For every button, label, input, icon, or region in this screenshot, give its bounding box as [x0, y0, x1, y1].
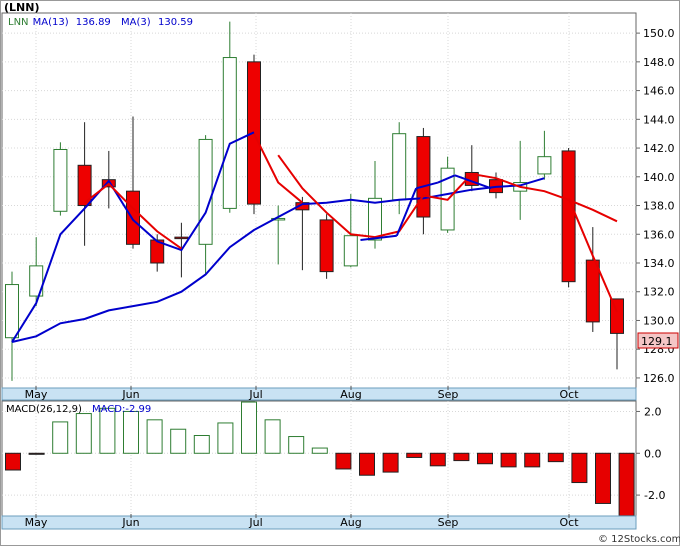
month-label-bottom: Oct	[559, 516, 579, 529]
macd-bar	[123, 410, 139, 454]
price-tick-label: 130.0	[643, 314, 675, 327]
price-panel: 150.0 148.0 146.0 144.0 142.0 140.0 138.0 136.0…	[1, 1, 679, 389]
candle	[53, 142, 68, 216]
price-tick-label: 140.0	[643, 171, 675, 184]
macd-bar	[382, 452, 399, 473]
macd-bar	[193, 435, 210, 454]
macd-bar	[52, 421, 69, 454]
candle-body	[319, 219, 334, 273]
candle-body	[537, 156, 552, 175]
price-tick-label: 138.0	[643, 200, 675, 213]
candle	[561, 148, 576, 288]
candle-body	[198, 138, 213, 245]
macd-bar	[477, 452, 493, 465]
candle-body	[416, 136, 431, 218]
price-tick-label: 144.0	[643, 113, 675, 126]
legend-value: 130.59	[158, 17, 193, 28]
price-tick-label: 146.0	[643, 85, 675, 98]
candle-body	[561, 150, 576, 283]
macd-legend-label: MACD(26,12,9)	[6, 404, 82, 415]
price-plot-area	[1, 12, 637, 389]
candle	[319, 214, 334, 279]
month-label-bottom: May	[25, 516, 48, 529]
macd-plot-area	[1, 400, 637, 517]
candle-body	[392, 133, 407, 201]
candle-body	[585, 259, 600, 323]
month-label-bottom: Jun	[121, 516, 139, 529]
macd-bar	[217, 422, 234, 454]
price-tick-label: 148.0	[643, 56, 675, 69]
stock-chart: 150.0 148.0 146.0 144.0 142.0 140.0 138.0 136.0…	[0, 0, 680, 546]
month-label: Aug	[340, 388, 361, 401]
macd-bar	[453, 452, 470, 462]
month-label: May	[25, 388, 48, 401]
last-price-value: 129.1	[641, 335, 673, 348]
month-label: Jul	[248, 388, 262, 401]
macd-bar	[571, 452, 588, 484]
candle-body	[53, 148, 68, 212]
macd-bar	[595, 452, 611, 504]
macd-bar	[547, 452, 564, 463]
macd-tick-label: -2.0	[644, 489, 665, 502]
price-tick-label: 126.0	[643, 372, 675, 385]
symbol-label: (LNN)	[4, 1, 39, 14]
macd-tick-label: 0.0	[644, 447, 662, 460]
month-label-bottom: Sep	[438, 516, 459, 529]
macd-bar	[28, 452, 45, 455]
macd-bar	[311, 447, 328, 454]
price-tick-label: 136.0	[643, 228, 675, 241]
month-axis-bar	[1, 387, 637, 401]
month-label-bottom: Aug	[340, 516, 361, 529]
watermark: © 12Stocks.com	[598, 534, 680, 545]
last-price-marker: 129.1	[637, 332, 679, 349]
macd-bar	[524, 452, 541, 468]
macd-legend-label: MACD:-2.99	[92, 404, 151, 415]
candle-body	[368, 197, 382, 241]
macd-tick-label: 2.0	[644, 405, 662, 418]
macd-bar	[618, 452, 635, 517]
candle-body	[126, 190, 140, 245]
legend-value: 136.89	[76, 17, 111, 28]
legend-label: MA(3)	[121, 17, 151, 28]
macd-bar	[75, 413, 92, 454]
macd-bar	[359, 452, 375, 476]
candle-body	[610, 298, 624, 334]
macd-bar	[99, 407, 116, 454]
macd-bar	[500, 452, 517, 468]
macd-bar	[170, 428, 187, 454]
month-label: Oct	[559, 388, 579, 401]
macd-legend: MACD(26,12,9) MACD:-2.99	[6, 404, 151, 415]
legend-label: MA(13)	[33, 17, 69, 28]
macd-bar	[146, 419, 163, 454]
macd-bar	[335, 452, 352, 470]
macd-bar	[241, 401, 257, 454]
macd-bar	[264, 419, 281, 454]
month-label: Jun	[121, 388, 139, 401]
month-label: Sep	[438, 388, 459, 401]
macd-panel: 2.0 0.0 -2.0 MACD(26,12,9) MACD:-2.99	[1, 400, 665, 517]
price-tick-label: 142.0	[643, 142, 675, 155]
macd-bar	[406, 452, 423, 458]
macd-bar	[288, 436, 305, 454]
legend-label: LNN	[8, 17, 29, 28]
month-axis-bar-bottom	[1, 515, 637, 530]
price-tick-label: 132.0	[643, 286, 675, 299]
macd-bar	[429, 452, 446, 467]
candle-body	[174, 236, 189, 240]
price-legend: LNN MA(13) 136.89 MA(3) 130.59	[8, 17, 193, 28]
month-label-bottom: Jul	[248, 516, 262, 529]
chart-canvas: 150.0 148.0 146.0 144.0 142.0 140.0 138.0 136.0…	[0, 0, 680, 546]
candle-body	[222, 57, 237, 209]
candle-body	[343, 235, 358, 267]
price-tick-label: 134.0	[643, 257, 675, 270]
price-tick-label: 150.0	[643, 27, 675, 40]
candle-body	[5, 284, 19, 339]
macd-bar	[5, 452, 21, 471]
